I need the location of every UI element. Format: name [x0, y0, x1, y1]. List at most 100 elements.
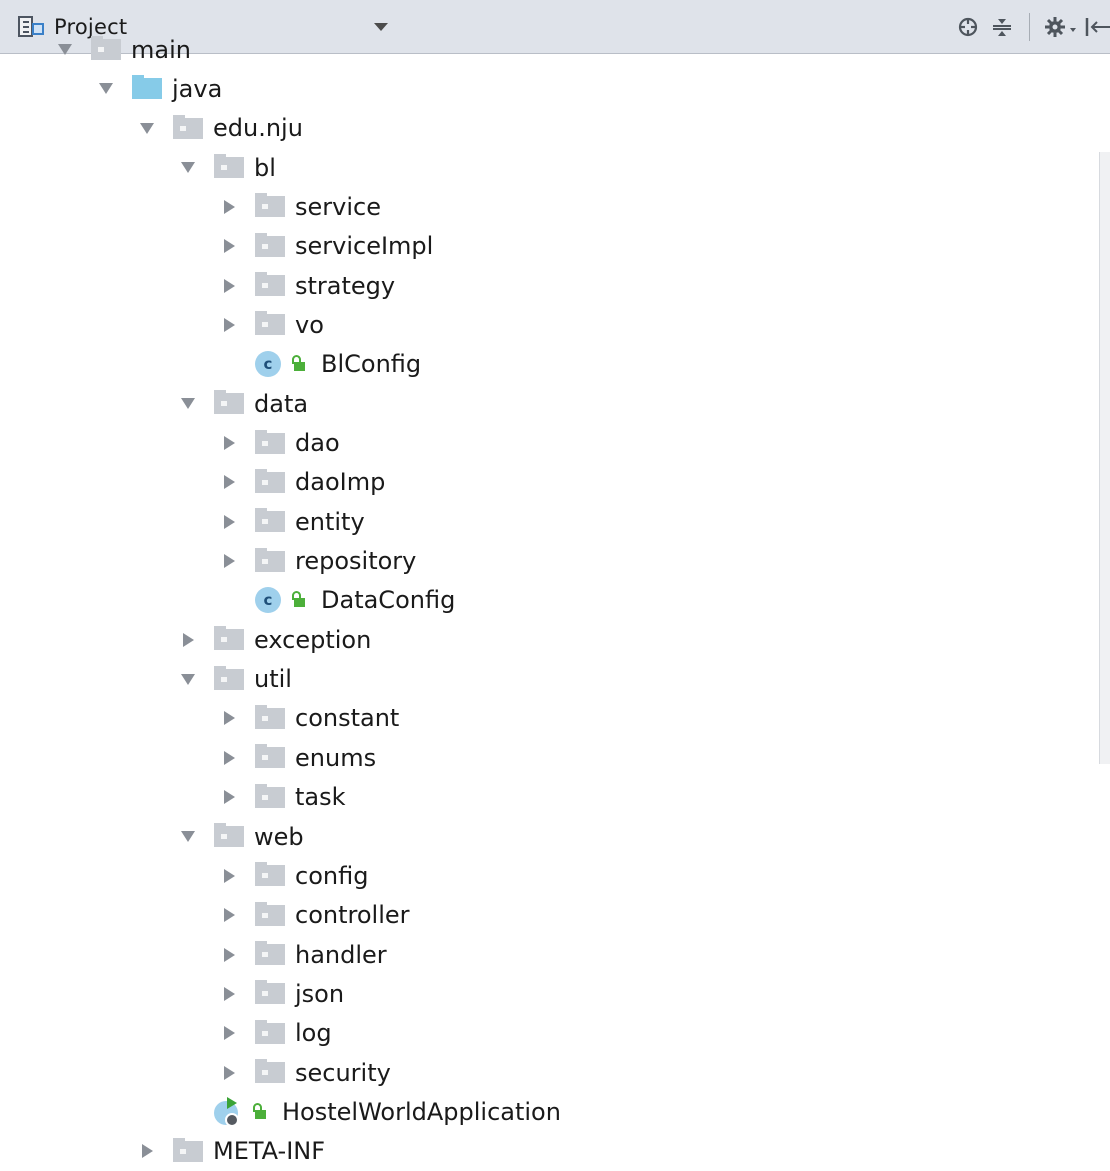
package-folder-icon — [255, 232, 285, 257]
tree-item[interactable]: repository — [217, 542, 416, 581]
expand-arrow-icon[interactable] — [217, 195, 241, 219]
tree-item[interactable]: exception — [176, 620, 371, 659]
settings-gear-icon[interactable] — [1040, 10, 1084, 44]
tree-item[interactable]: c BlConfig — [217, 345, 421, 384]
expand-arrow-icon[interactable] — [217, 234, 241, 258]
project-tree[interactable]: main java edu.nju bl service serviceImpl strat… — [0, 36, 1098, 1165]
expand-arrow-icon[interactable] — [217, 1061, 241, 1085]
collapse-arrow-icon[interactable] — [176, 392, 200, 416]
tree-item-label: edu.nju — [213, 114, 303, 143]
project-icon — [18, 14, 44, 40]
tree-item[interactable]: serviceImpl — [217, 227, 433, 266]
tree-item-label: service — [295, 192, 381, 221]
tree-item-label: serviceImpl — [295, 232, 434, 261]
expand-arrow-icon[interactable] — [217, 943, 241, 967]
tree-item[interactable]: security — [217, 1053, 391, 1092]
expand-arrow-icon[interactable] — [217, 510, 241, 534]
tree-item-label: strategy — [295, 271, 396, 300]
tree-item[interactable]: main — [53, 30, 191, 69]
expand-arrow-icon[interactable] — [217, 706, 241, 730]
class-icon: c — [255, 587, 281, 614]
tree-item[interactable]: config — [217, 856, 368, 895]
tree-item[interactable]: web — [176, 817, 304, 856]
package-folder-icon — [255, 429, 285, 454]
package-folder-icon — [173, 114, 203, 139]
tree-item[interactable]: log — [217, 1014, 332, 1053]
expand-arrow-icon[interactable] — [217, 470, 241, 494]
tree-item-label: util — [254, 665, 292, 694]
expand-arrow-icon[interactable] — [217, 1021, 241, 1045]
expand-arrow-icon[interactable] — [217, 746, 241, 770]
package-folder-icon — [255, 783, 285, 808]
tree-item[interactable]: java — [94, 69, 222, 108]
source-folder-icon — [132, 75, 162, 100]
expand-arrow-icon[interactable] — [217, 982, 241, 1006]
tree-item[interactable]: json — [217, 974, 344, 1013]
expand-arrow-icon[interactable] — [217, 313, 241, 337]
package-folder-icon — [255, 901, 285, 926]
public-lock-icon — [289, 355, 307, 373]
tree-item-label: enums — [295, 743, 377, 772]
tree-item[interactable]: HostelWorldApplication — [176, 1092, 561, 1131]
tree-item-label: vo — [295, 310, 324, 339]
collapse-arrow-icon[interactable] — [94, 77, 118, 101]
vertical-scrollbar[interactable] — [1099, 152, 1110, 764]
package-folder-icon — [255, 704, 285, 729]
expand-arrow-icon[interactable] — [217, 864, 241, 888]
tree-item[interactable]: edu.nju — [135, 109, 303, 148]
public-lock-icon — [289, 591, 307, 609]
package-folder-icon — [255, 547, 285, 572]
tree-item[interactable]: util — [176, 660, 292, 699]
package-folder-icon — [214, 154, 244, 179]
collapse-arrow-icon[interactable] — [176, 825, 200, 849]
tree-item-label: handler — [295, 940, 387, 969]
expand-arrow-icon[interactable] — [217, 903, 241, 927]
toolbar-actions — [951, 0, 1110, 54]
tree-item-label: controller — [295, 901, 410, 930]
package-folder-icon — [255, 941, 285, 966]
locate-file-icon[interactable] — [951, 10, 985, 44]
tree-item-label: BlConfig — [321, 350, 422, 379]
tree-item-label: daoImp — [295, 468, 386, 497]
expand-arrow-icon[interactable] — [217, 785, 241, 809]
tree-item[interactable]: c DataConfig — [217, 581, 455, 620]
tree-item[interactable]: bl — [176, 148, 276, 187]
tree-item-label: task — [295, 783, 346, 812]
tree-item[interactable]: data — [176, 384, 308, 423]
expand-arrow-icon[interactable] — [217, 274, 241, 298]
tree-item-label: dao — [295, 429, 340, 457]
tree-item-label: web — [254, 822, 304, 851]
collapse-arrow-icon[interactable] — [53, 38, 77, 62]
collapse-arrow-icon[interactable] — [135, 116, 159, 140]
package-folder-icon — [255, 744, 285, 769]
tree-item[interactable]: strategy — [217, 266, 395, 305]
tree-item-label: java — [172, 74, 223, 103]
tree-item[interactable]: controller — [217, 896, 410, 935]
expand-arrow-icon[interactable] — [217, 431, 241, 455]
package-folder-icon — [255, 1059, 285, 1084]
tree-item-label: constant — [295, 704, 400, 733]
expand-arrow-icon[interactable] — [176, 628, 200, 652]
tree-item[interactable]: vo — [217, 305, 324, 344]
collapse-arrow-icon[interactable] — [176, 156, 200, 180]
collapse-all-icon[interactable] — [985, 10, 1019, 44]
tree-item-label: repository — [295, 547, 417, 576]
tree-item[interactable]: META-INF — [135, 1132, 325, 1171]
collapse-arrow-icon[interactable] — [176, 667, 200, 691]
tree-item[interactable]: entity — [217, 502, 365, 541]
tree-item-label: data — [254, 389, 309, 418]
hide-panel-icon[interactable] — [1084, 10, 1110, 44]
tree-item[interactable]: handler — [217, 935, 387, 974]
expand-arrow-icon[interactable] — [217, 549, 241, 573]
tree-item[interactable]: daoImp — [217, 463, 385, 502]
tree-item[interactable]: enums — [217, 738, 376, 777]
tree-item[interactable]: service — [217, 187, 381, 226]
tree-item[interactable]: constant — [217, 699, 399, 738]
package-folder-icon — [255, 468, 285, 493]
package-folder-icon — [173, 1137, 203, 1162]
tree-item[interactable]: task — [217, 778, 346, 817]
dropdown-arrow-icon[interactable] — [374, 22, 388, 31]
expand-arrow-icon[interactable] — [135, 1139, 159, 1163]
tree-item[interactable]: dao — [217, 424, 340, 463]
tree-item-label: entity — [295, 507, 365, 536]
